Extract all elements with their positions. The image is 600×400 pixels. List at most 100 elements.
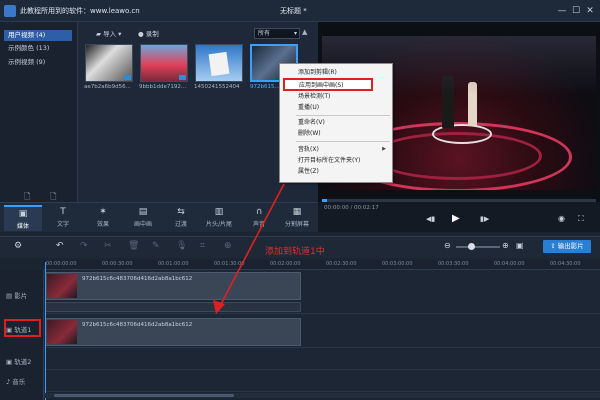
import-button[interactable]: ▰ 导入 ▾ <box>96 28 121 40</box>
record-label: 录制 <box>145 30 159 38</box>
clip-thumbnail <box>47 274 77 298</box>
clip-name: 972b615c6c483706d416d2ab8a1bc612 <box>82 276 193 282</box>
tick-label: 00:00:30:00 <box>102 261 133 267</box>
menu-item-rename[interactable]: 重命名(V) <box>280 117 392 128</box>
export-icon: ⇪ <box>550 242 556 250</box>
fit-timeline-icon[interactable]: ▣ <box>516 241 524 250</box>
media-thumb[interactable] <box>140 44 188 82</box>
tab-label: 画中画 <box>133 221 152 228</box>
chevron-down-icon: ▾ <box>293 30 297 37</box>
track1-clip[interactable]: 972b615c6c483706d416d2ab8a1bc612 <box>45 318 301 346</box>
minimize-button[interactable]: — <box>556 5 568 17</box>
delete-icon[interactable]: 🗑 <box>128 241 139 251</box>
media-filter-select[interactable]: 所有 ▾ <box>254 28 300 39</box>
thumb-caption: 1450241552404 <box>194 84 240 90</box>
tick-label: 00:03:30:00 <box>438 261 469 267</box>
folder-icon: ▰ <box>96 30 101 38</box>
split-icon[interactable]: ✂ <box>104 241 112 251</box>
submenu-arrow-icon: ▶ <box>382 146 386 152</box>
video-badge-icon <box>124 75 131 80</box>
menu-item-apply-to-pip[interactable]: 应用到画中画(S) <box>283 78 373 91</box>
filter-value: 所有 <box>258 30 271 37</box>
menu-item-open-folder[interactable]: 打开目标所在文件夹(Y) <box>280 155 392 166</box>
clip-name: 972b615c6c483706d416d2ab8a1bc612 <box>82 322 193 328</box>
settings-icon[interactable]: ⚙ <box>14 241 22 251</box>
export-label: 输出影片 <box>557 242 584 250</box>
film-icon: ▤ <box>6 292 15 300</box>
tick-label: 00:01:00:00 <box>158 261 189 267</box>
timeline-ruler[interactable]: 00:00:00:00 00:00:30:00 00:01:00:00 00:0… <box>44 260 600 270</box>
import-label: 导入 <box>103 30 117 38</box>
next-frame-icon[interactable]: ▮▶ <box>480 215 489 223</box>
zoom-slider-handle[interactable] <box>468 243 475 250</box>
prev-frame-icon[interactable]: ◀▮ <box>426 215 435 223</box>
track-music[interactable] <box>44 370 600 392</box>
menu-separator <box>296 141 390 142</box>
title-bar: 此教程所用到的软件：www.leawo.cn 无标题 * — ☐ ✕ <box>0 0 600 22</box>
thumb-caption: 9bbb1dde7192... <box>139 84 187 90</box>
fullscreen-icon[interactable]: ⛶ <box>578 214 584 224</box>
app-logo-icon <box>4 5 16 17</box>
tab-label: 效果 <box>96 221 109 228</box>
magic-wand-icon: ✶ <box>99 207 107 217</box>
media-thumb[interactable] <box>195 44 243 82</box>
playhead[interactable] <box>45 262 46 400</box>
sidebar-item-user-videos[interactable]: 用户视频 (4) <box>4 30 72 41</box>
context-menu: 添加到剪辑(R) 应用到画中画(S) 场景检测(T) 重播(U) 重命名(V) … <box>279 63 393 183</box>
zoom-out-icon[interactable]: ⊖ <box>444 241 451 250</box>
menu-item-properties[interactable]: 属性(Z) <box>280 166 392 177</box>
close-button[interactable]: ✕ <box>584 5 596 17</box>
record-icon: ● <box>138 30 144 38</box>
tick-label: 00:03:00:00 <box>382 261 413 267</box>
mic-icon[interactable]: 🎙 <box>176 241 187 251</box>
play-icon[interactable]: ▶ <box>452 213 460 224</box>
maximize-button[interactable]: ☐ <box>570 5 582 17</box>
pip-icon: ▤ <box>138 207 148 217</box>
menu-item-audio-track[interactable]: 音轨(X) ▶ <box>280 144 392 155</box>
track-label-text: 音乐 <box>12 378 26 386</box>
clip-thumbnail <box>47 320 77 344</box>
menu-item-replay[interactable]: 重播(U) <box>280 102 392 113</box>
tab-media[interactable]: ▣ 媒体 <box>4 205 42 231</box>
menu-item-label: 音轨(X) <box>298 146 319 153</box>
undo-icon[interactable]: ↶ <box>56 241 64 251</box>
annotation-arrow <box>213 183 285 314</box>
track-label-track2: ▣ 轨道2 <box>6 356 31 366</box>
zoom-slider[interactable] <box>456 246 500 248</box>
record-button[interactable]: ● 录制 <box>138 28 159 40</box>
tab-label: 文字 <box>56 221 69 228</box>
snapshot-icon[interactable]: ◉ <box>558 214 565 223</box>
tab-effects[interactable]: ✶ 效果 <box>84 205 122 231</box>
menu-item-delete[interactable]: 删除(W) <box>280 128 392 139</box>
track-label-text: 影片 <box>14 292 28 300</box>
window-title: 无标题 * <box>280 7 307 15</box>
redo-icon[interactable]: ↷ <box>80 241 88 251</box>
tick-label: 00:02:30:00 <box>326 261 357 267</box>
zoom-in-icon[interactable]: ⊕ <box>502 241 509 250</box>
menu-item-add-to-clip[interactable]: 添加到剪辑(R) <box>280 67 392 78</box>
track-label-text: 轨道2 <box>14 358 32 366</box>
track-2[interactable] <box>44 348 600 370</box>
edit-icon[interactable]: ✎ <box>152 241 160 251</box>
media-thumb[interactable] <box>85 44 133 82</box>
sidebar-item-sample-colors[interactable]: 示例颜色 (13) <box>4 43 72 54</box>
tick-label: 00:04:30:00 <box>550 261 581 267</box>
playback-time: 00:00:00 / 00:02:17 <box>324 205 379 211</box>
menu-separator <box>296 115 390 116</box>
export-video-button[interactable]: ⇪ 输出影片 <box>543 240 591 253</box>
tab-label: 媒体 <box>16 223 29 230</box>
menu-item-scene-detect[interactable]: 场景检测(T) <box>280 91 392 102</box>
sidebar-item-sample-videos[interactable]: 示例视频 (9) <box>4 57 72 68</box>
timeline-scrollbar-thumb[interactable] <box>54 394 234 397</box>
image-file-icon <box>208 51 230 77</box>
tick-label: 00:00:00:00 <box>46 261 77 267</box>
pip-icon: ▣ <box>6 358 15 366</box>
tab-pip[interactable]: ▤ 画中画 <box>124 205 162 231</box>
tab-text[interactable]: T 文字 <box>44 205 82 231</box>
track-label-music: ♪ 音乐 <box>6 376 25 386</box>
stage-ring <box>432 124 492 144</box>
scroll-up-icon[interactable]: ▲ <box>302 28 307 36</box>
tab-transition[interactable]: ⇆ 过渡 <box>162 205 200 231</box>
chevron-down-icon: ▾ <box>118 30 122 38</box>
watermark-text: 此教程所用到的软件：www.leawo.cn <box>20 7 140 15</box>
